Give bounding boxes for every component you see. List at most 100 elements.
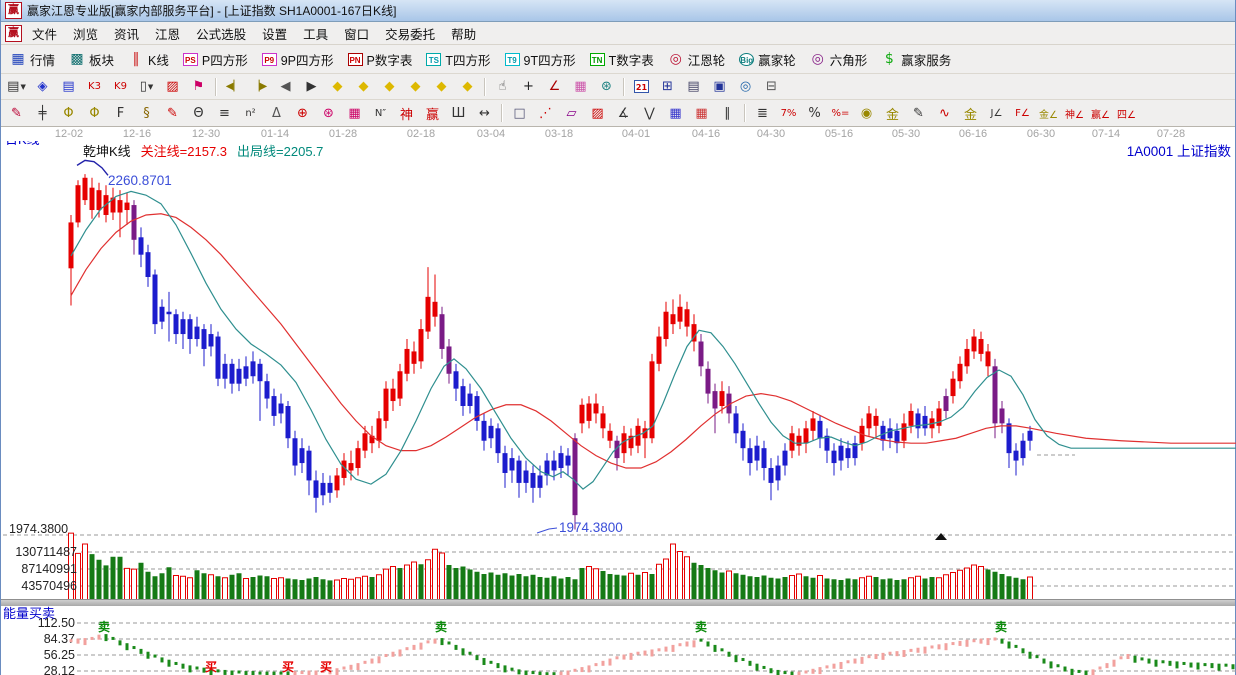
menu-item-帮助[interactable]: 帮助 — [443, 22, 484, 45]
gold-lines-tool[interactable]: 金 — [880, 102, 905, 125]
menu-item-文件[interactable]: 文件 — [24, 22, 65, 45]
cycle-circle-tool[interactable]: Θ — [186, 102, 211, 125]
winner-service-button[interactable]: $赢家服务 — [875, 47, 957, 72]
grid-red-tool[interactable]: ▦ — [689, 102, 714, 125]
report-icon[interactable]: ▤ — [681, 75, 706, 98]
p9-square-button[interactable]: P99P四方形 — [256, 47, 340, 72]
zigzag-box-icon[interactable]: ▨ — [160, 75, 185, 98]
pen-candle-tool[interactable]: ✎ — [906, 102, 931, 125]
box-tool[interactable]: □ — [507, 102, 532, 125]
crosshair-tool-icon[interactable]: + — [516, 75, 541, 98]
angle-f-tool[interactable]: F∠ — [1010, 102, 1035, 125]
menu-item-设置[interactable]: 设置 — [254, 22, 295, 45]
diamond-expand-all-icon[interactable]: ◆ — [455, 75, 480, 98]
k3-chart-icon[interactable]: K3 — [82, 75, 107, 98]
angle-measure-icon[interactable]: ∠ — [542, 75, 567, 98]
hand-tool-icon[interactable]: ☝ — [490, 75, 515, 98]
angle-ying-tool[interactable]: 赢∠ — [1088, 102, 1113, 125]
fan-box-red-tool[interactable]: ▨ — [585, 102, 610, 125]
comb-tool[interactable]: Ш — [446, 102, 471, 125]
brush-tool[interactable]: ✎ — [160, 102, 185, 125]
pencil-tool[interactable]: ✎ — [4, 102, 29, 125]
quote-table-button[interactable]: ▦行情 — [4, 47, 61, 72]
k9-chart-icon[interactable]: K9 — [108, 75, 133, 98]
hexagon-button[interactable]: ◎六角形 — [804, 47, 874, 72]
p-number-table-button[interactable]: PNP数字表 — [342, 47, 419, 72]
go-last-button[interactable]: ▕▶ — [247, 75, 272, 98]
kline-period-dropdown[interactable]: ▤▼ — [4, 75, 29, 98]
sectors-button[interactable]: ▩板块 — [63, 47, 120, 72]
percent-tool[interactable]: % — [802, 102, 827, 125]
spiral-tool[interactable]: § — [134, 102, 159, 125]
diamond-left-icon[interactable]: ◆ — [325, 75, 350, 98]
grid-target-tool[interactable]: ▦ — [342, 102, 367, 125]
ruler-lines-tool[interactable]: ≡ — [212, 102, 237, 125]
gann-wheel-button[interactable]: ◎江恩轮 — [662, 47, 732, 72]
title-bar[interactable]: 赢 赢家江恩专业版[赢家内部服务平台] - [上证指数 SH1A0001-167… — [1, 0, 1235, 22]
angles-tool[interactable]: ∡ — [611, 102, 636, 125]
gann-box-icon[interactable]: ◈ — [30, 75, 55, 98]
shen-tool[interactable]: 神 — [394, 102, 419, 125]
next-button[interactable]: ▶ — [299, 75, 324, 98]
gold-lines-tool-icon: 金 — [886, 104, 899, 123]
diamond-right-icon[interactable]: ◆ — [351, 75, 376, 98]
save-icon[interactable]: ▣ — [707, 75, 732, 98]
candle-style-dropdown[interactable]: ▯▼ — [134, 75, 159, 98]
rose-grid-icon[interactable]: ▦ — [568, 75, 593, 98]
menu-item-浏览[interactable]: 浏览 — [65, 22, 106, 45]
fibonacci-tool[interactable]: F — [108, 102, 133, 125]
golden-box-tool[interactable]: Φ — [82, 102, 107, 125]
price-scale-tool[interactable]: ≣ — [750, 102, 775, 125]
fan-lines-tool[interactable]: ⋰ — [533, 102, 558, 125]
knot-icon[interactable]: ⊛ — [594, 75, 619, 98]
spider-web-tool[interactable]: ⊛ — [316, 102, 341, 125]
angle-j-tool[interactable]: J∠ — [984, 102, 1009, 125]
t9-square-button[interactable]: T99T四方形 — [499, 47, 582, 72]
menu-item-资讯[interactable]: 资讯 — [106, 22, 147, 45]
parallel-lines-tool[interactable]: ∥ — [715, 102, 740, 125]
date-tick-label: 12-16 — [123, 128, 151, 140]
menu-item-窗口[interactable]: 窗口 — [336, 22, 377, 45]
menu-item-江恩[interactable]: 江恩 — [147, 22, 188, 45]
grid-blue-tool[interactable]: ▦ — [663, 102, 688, 125]
calendar-21-icon[interactable]: 21 — [629, 75, 654, 98]
menu-item-工具[interactable]: 工具 — [295, 22, 336, 45]
golden-section-tool[interactable]: Φ — [56, 102, 81, 125]
notebook-icon[interactable]: ▤ — [56, 75, 81, 98]
wave-tool[interactable]: ∿ — [932, 102, 957, 125]
t-square-button[interactable]: TST四方形 — [420, 47, 496, 72]
lightning-tool[interactable]: N″ — [368, 102, 393, 125]
prev-button[interactable]: ◀ — [273, 75, 298, 98]
winner-wheel-button[interactable]: Big赢家轮 — [733, 47, 802, 72]
pane-splitter[interactable] — [1, 599, 1235, 606]
kline-button[interactable]: ‖K线 — [122, 47, 175, 72]
angle-a-tool[interactable]: Δ — [264, 102, 289, 125]
angle-shen-tool[interactable]: 神∠ — [1062, 102, 1087, 125]
diamond-expand-h-icon[interactable]: ◆ — [377, 75, 402, 98]
angle-gold-tool[interactable]: 金∠ — [1036, 102, 1061, 125]
n-squared-tool[interactable]: n² — [238, 102, 263, 125]
web-update-icon[interactable]: ◎ — [733, 75, 758, 98]
save-icon-icon: ▣ — [713, 79, 725, 94]
width-arrows-tool[interactable]: ↔ — [472, 102, 497, 125]
angle-four-tool[interactable]: 四∠ — [1114, 102, 1139, 125]
ying-tool[interactable]: 赢 — [420, 102, 445, 125]
diamond-compress-h-icon[interactable]: ◆ — [403, 75, 428, 98]
printer-icon[interactable]: ⊟ — [759, 75, 784, 98]
calculator-icon[interactable]: ⊞ — [655, 75, 680, 98]
fan-box-purple-tool[interactable]: ▱ — [559, 102, 584, 125]
menu-item-交易委托[interactable]: 交易委托 — [377, 22, 443, 45]
t-number-table-button[interactable]: TNT数字表 — [584, 47, 660, 72]
p-square-button[interactable]: PSP四方形 — [177, 47, 254, 72]
gann-grid-tool[interactable]: ╪ — [30, 102, 55, 125]
menu-item-公式选股[interactable]: 公式选股 — [188, 22, 254, 45]
diamond-compress-v-icon[interactable]: ◆ — [429, 75, 454, 98]
gold-tool[interactable]: 金 — [958, 102, 983, 125]
percent7-tool[interactable]: 7% — [776, 102, 801, 125]
target-crosshair-tool[interactable]: ⊕ — [290, 102, 315, 125]
flag-chart-icon[interactable]: ⚑ — [186, 75, 211, 98]
percent-lines-tool[interactable]: %= — [828, 102, 853, 125]
go-first-button[interactable]: ◀▏ — [221, 75, 246, 98]
gold-circle-tool[interactable]: ◉ — [854, 102, 879, 125]
v-lines-tool[interactable]: ⋁ — [637, 102, 662, 125]
